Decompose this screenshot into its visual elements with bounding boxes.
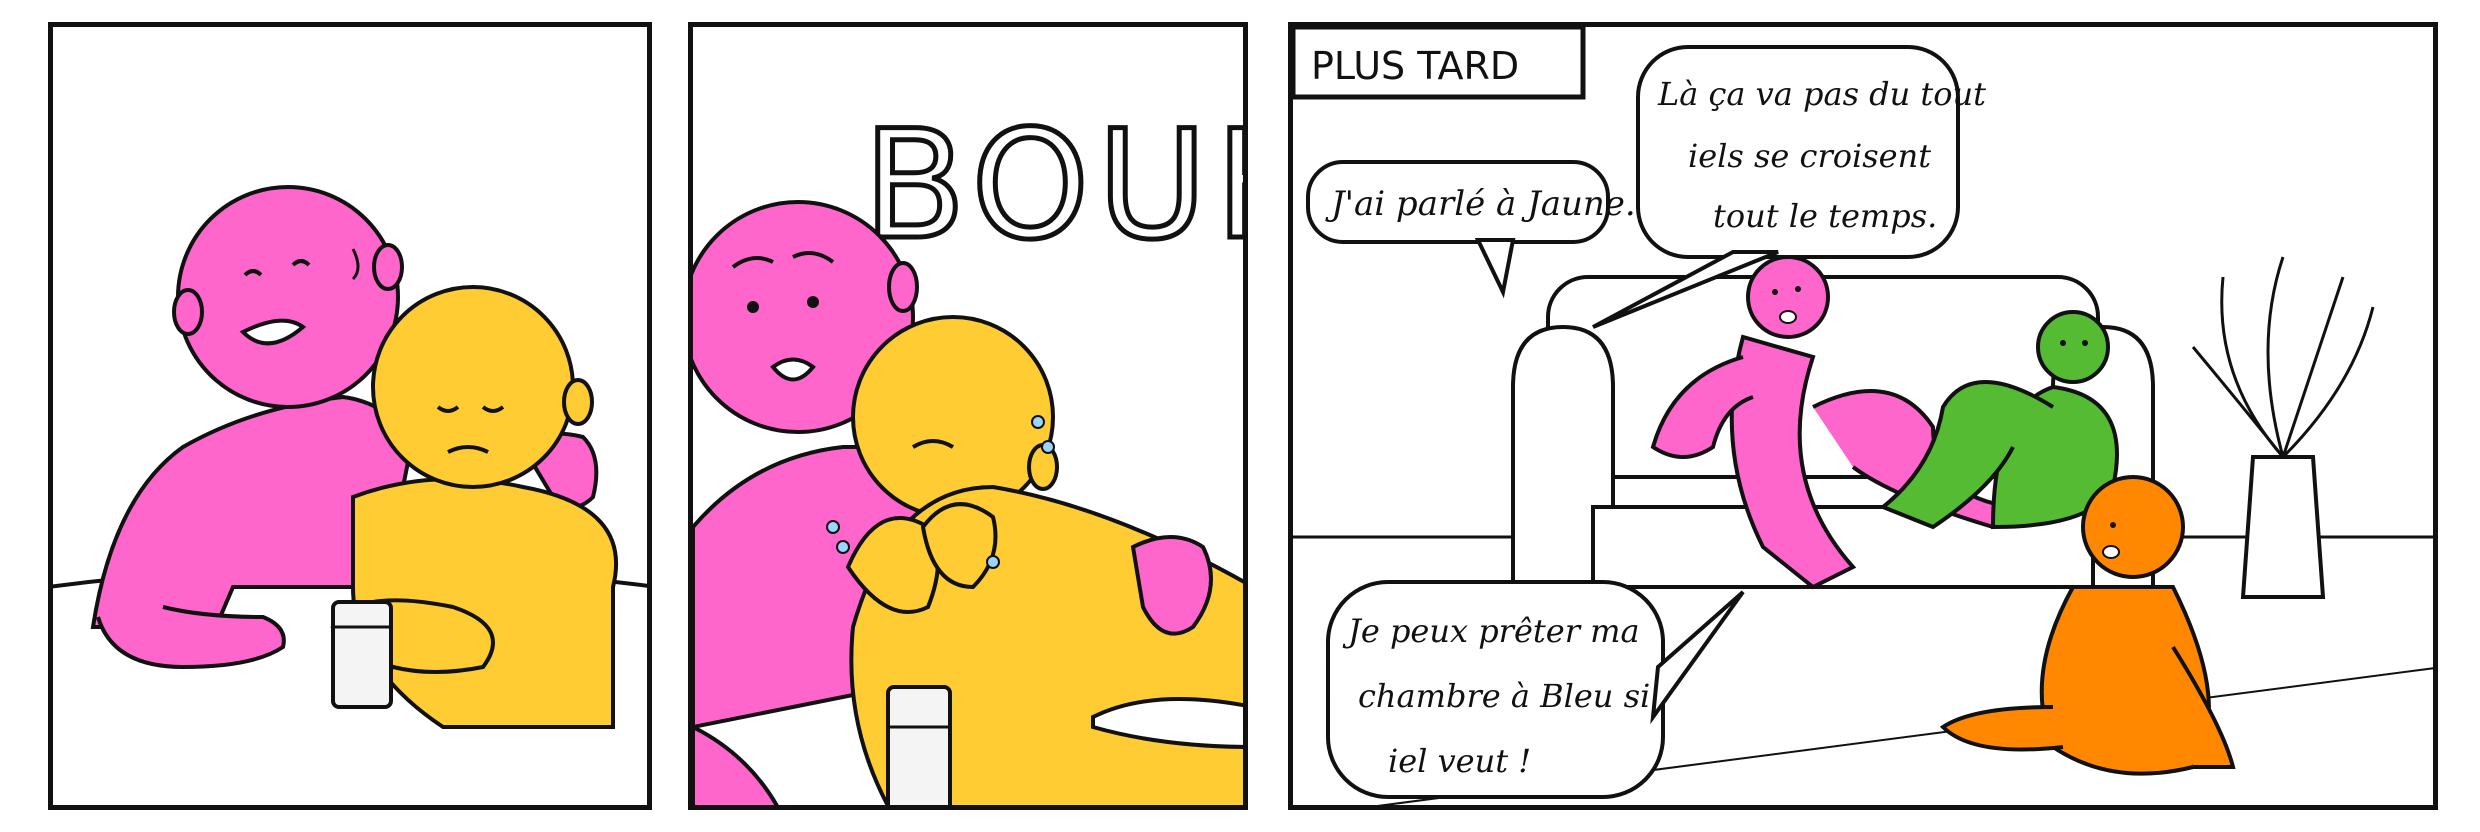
bubble-orange-line-3: iel veut ! — [1388, 742, 1531, 780]
bubble-orange-line-2: chambre à Bleu si — [1358, 677, 1650, 715]
bubble-pink-text: J'ai parlé à Jaune. — [1325, 184, 1636, 224]
bubble-right-line-2: iels se croisent — [1688, 137, 1931, 175]
speech-bubble-pink: J'ai parlé à Jaune. — [1306, 160, 1636, 299]
bubble-right-line-3: tout le temps. — [1713, 197, 1937, 235]
comic-panel-2: BOUHOU — [688, 22, 1248, 810]
bubble-orange-line-1: Je peux prêter ma — [1342, 612, 1640, 650]
speech-bubble-orange: Je peux prêter ma chambre à Bleu si iel … — [1326, 580, 1745, 799]
bubble-right-line-1: Là ça va pas du tout — [1657, 75, 1986, 113]
caption-plus-tard: PLUS TARD — [1311, 44, 1519, 88]
comic-panel-1 — [48, 22, 652, 810]
glass — [331, 600, 393, 709]
panel-1-artwork — [53, 185, 647, 805]
sfx-bouhou: BOUHOU — [863, 99, 1248, 273]
panel-3-artwork: PLUS TARD J'ai parlé à Jaune. Là ça va p… — [1293, 27, 2433, 805]
glass — [886, 685, 952, 805]
plant — [2191, 256, 2375, 599]
panel-2-artwork: BOUHOU — [693, 97, 1248, 805]
comic-panel-3: PLUS TARD J'ai parlé à Jaune. Là ça va p… — [1288, 22, 2438, 810]
